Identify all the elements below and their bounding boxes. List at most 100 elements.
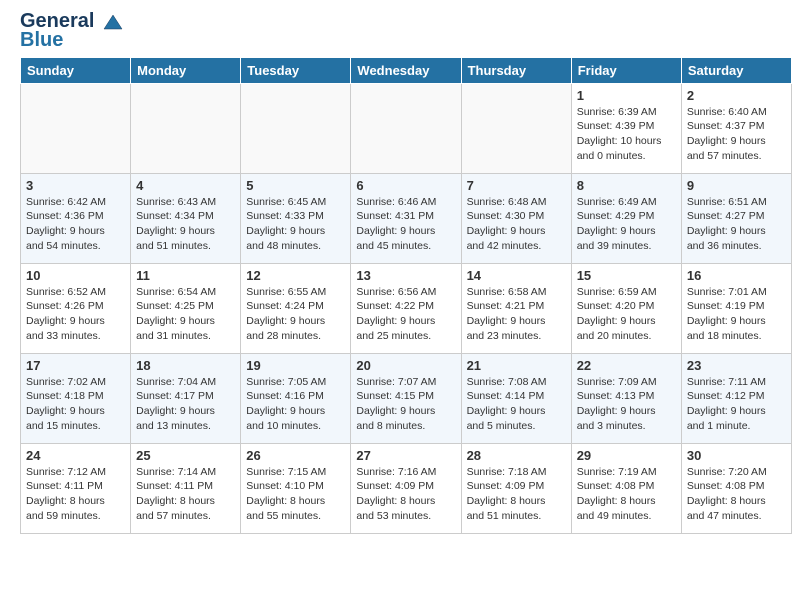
calendar-cell: 22 Sunrise: 7:09 AM Sunset: 4:13 PM Dayli… xyxy=(571,353,681,443)
calendar-cell: 2Sunrise: 6:40 AM Sunset: 4:37 PM Daylig… xyxy=(681,83,791,173)
day-info: Sunrise: 7:02 AM Sunset: 4:18 PM Dayligh… xyxy=(26,375,125,434)
calendar-cell: 21 Sunrise: 7:08 AM Sunset: 4:14 PM Dayli… xyxy=(461,353,571,443)
day-info: Sunrise: 6:46 AM Sunset: 4:31 PM Dayligh… xyxy=(356,195,455,254)
day-number: 3 xyxy=(26,178,125,193)
column-header-thursday: Thursday xyxy=(461,57,571,83)
logo: General Blue xyxy=(20,10,122,52)
day-info: Sunrise: 6:49 AM Sunset: 4:29 PM Dayligh… xyxy=(577,195,676,254)
calendar-cell: 20Sunrise: 7:07 AM Sunset: 4:15 PM Dayli… xyxy=(351,353,461,443)
logo-icon xyxy=(102,11,124,33)
calendar-cell: 12 Sunrise: 6:55 AM Sunset: 4:24 PM Dayli… xyxy=(241,263,351,353)
calendar-cell xyxy=(241,83,351,173)
day-number: 4 xyxy=(136,178,235,193)
calendar-table: SundayMondayTuesdayWednesdayThursdayFrid… xyxy=(20,57,792,534)
day-number: 1 xyxy=(577,88,676,103)
calendar-cell: 11Sunrise: 6:54 AM Sunset: 4:25 PM Dayli… xyxy=(131,263,241,353)
calendar-week-2: 3 Sunrise: 6:42 AM Sunset: 4:36 PM Daylig… xyxy=(21,173,792,263)
column-header-sunday: Sunday xyxy=(21,57,131,83)
calendar-cell: 7 Sunrise: 6:48 AM Sunset: 4:30 PM Daylig… xyxy=(461,173,571,263)
header: General Blue xyxy=(0,0,792,57)
day-number: 21 xyxy=(467,358,566,373)
column-header-friday: Friday xyxy=(571,57,681,83)
day-info: Sunrise: 7:12 AM Sunset: 4:11 PM Dayligh… xyxy=(26,465,125,524)
calendar-week-4: 17 Sunrise: 7:02 AM Sunset: 4:18 PM Dayli… xyxy=(21,353,792,443)
calendar-cell: 19 Sunrise: 7:05 AM Sunset: 4:16 PM Dayli… xyxy=(241,353,351,443)
day-info: Sunrise: 7:16 AM Sunset: 4:09 PM Dayligh… xyxy=(356,465,455,524)
day-number: 28 xyxy=(467,448,566,463)
calendar-cell: 8 Sunrise: 6:49 AM Sunset: 4:29 PM Daylig… xyxy=(571,173,681,263)
column-header-wednesday: Wednesday xyxy=(351,57,461,83)
day-number: 9 xyxy=(687,178,786,193)
day-number: 25 xyxy=(136,448,235,463)
day-info: Sunrise: 7:15 AM Sunset: 4:10 PM Dayligh… xyxy=(246,465,345,524)
calendar-cell: 17 Sunrise: 7:02 AM Sunset: 4:18 PM Dayli… xyxy=(21,353,131,443)
day-number: 18 xyxy=(136,358,235,373)
day-number: 6 xyxy=(356,178,455,193)
calendar-cell: 23 Sunrise: 7:11 AM Sunset: 4:12 PM Dayli… xyxy=(681,353,791,443)
day-info: Sunrise: 7:08 AM Sunset: 4:14 PM Dayligh… xyxy=(467,375,566,434)
day-number: 17 xyxy=(26,358,125,373)
calendar-cell: 26 Sunrise: 7:15 AM Sunset: 4:10 PM Dayli… xyxy=(241,443,351,533)
calendar-cell: 16Sunrise: 7:01 AM Sunset: 4:19 PM Dayli… xyxy=(681,263,791,353)
day-info: Sunrise: 6:52 AM Sunset: 4:26 PM Dayligh… xyxy=(26,285,125,344)
day-info: Sunrise: 6:58 AM Sunset: 4:21 PM Dayligh… xyxy=(467,285,566,344)
day-number: 7 xyxy=(467,178,566,193)
day-info: Sunrise: 6:45 AM Sunset: 4:33 PM Dayligh… xyxy=(246,195,345,254)
day-info: Sunrise: 6:40 AM Sunset: 4:37 PM Dayligh… xyxy=(687,105,786,164)
day-info: Sunrise: 6:55 AM Sunset: 4:24 PM Dayligh… xyxy=(246,285,345,344)
calendar-week-1: 1 Sunrise: 6:39 AM Sunset: 4:39 PM Daylig… xyxy=(21,83,792,173)
day-number: 10 xyxy=(26,268,125,283)
column-header-monday: Monday xyxy=(131,57,241,83)
day-number: 24 xyxy=(26,448,125,463)
day-number: 15 xyxy=(577,268,676,283)
day-info: Sunrise: 7:01 AM Sunset: 4:19 PM Dayligh… xyxy=(687,285,786,344)
day-number: 26 xyxy=(246,448,345,463)
day-number: 14 xyxy=(467,268,566,283)
day-number: 5 xyxy=(246,178,345,193)
day-info: Sunrise: 7:19 AM Sunset: 4:08 PM Dayligh… xyxy=(577,465,676,524)
day-number: 8 xyxy=(577,178,676,193)
calendar-cell: 10 Sunrise: 6:52 AM Sunset: 4:26 PM Dayli… xyxy=(21,263,131,353)
calendar-week-5: 24 Sunrise: 7:12 AM Sunset: 4:11 PM Dayli… xyxy=(21,443,792,533)
day-number: 27 xyxy=(356,448,455,463)
day-info: Sunrise: 6:59 AM Sunset: 4:20 PM Dayligh… xyxy=(577,285,676,344)
day-number: 19 xyxy=(246,358,345,373)
day-info: Sunrise: 7:18 AM Sunset: 4:09 PM Dayligh… xyxy=(467,465,566,524)
calendar-cell: 15 Sunrise: 6:59 AM Sunset: 4:20 PM Dayli… xyxy=(571,263,681,353)
calendar-cell: 30Sunrise: 7:20 AM Sunset: 4:08 PM Dayli… xyxy=(681,443,791,533)
calendar-week-3: 10 Sunrise: 6:52 AM Sunset: 4:26 PM Dayli… xyxy=(21,263,792,353)
calendar-cell: 18 Sunrise: 7:04 AM Sunset: 4:17 PM Dayli… xyxy=(131,353,241,443)
calendar-cell xyxy=(21,83,131,173)
calendar-cell xyxy=(461,83,571,173)
day-number: 11 xyxy=(136,268,235,283)
day-number: 29 xyxy=(577,448,676,463)
calendar-cell: 28 Sunrise: 7:18 AM Sunset: 4:09 PM Dayli… xyxy=(461,443,571,533)
day-number: 23 xyxy=(687,358,786,373)
day-info: Sunrise: 7:04 AM Sunset: 4:17 PM Dayligh… xyxy=(136,375,235,434)
calendar-cell: 24 Sunrise: 7:12 AM Sunset: 4:11 PM Dayli… xyxy=(21,443,131,533)
day-number: 12 xyxy=(246,268,345,283)
day-info: Sunrise: 7:14 AM Sunset: 4:11 PM Dayligh… xyxy=(136,465,235,524)
day-info: Sunrise: 6:48 AM Sunset: 4:30 PM Dayligh… xyxy=(467,195,566,254)
day-info: Sunrise: 6:39 AM Sunset: 4:39 PM Dayligh… xyxy=(577,105,676,164)
day-info: Sunrise: 7:09 AM Sunset: 4:13 PM Dayligh… xyxy=(577,375,676,434)
day-info: Sunrise: 7:11 AM Sunset: 4:12 PM Dayligh… xyxy=(687,375,786,434)
calendar-cell: 6 Sunrise: 6:46 AM Sunset: 4:31 PM Daylig… xyxy=(351,173,461,263)
calendar-cell: 14 Sunrise: 6:58 AM Sunset: 4:21 PM Dayli… xyxy=(461,263,571,353)
column-header-saturday: Saturday xyxy=(681,57,791,83)
calendar-cell: 27 Sunrise: 7:16 AM Sunset: 4:09 PM Dayli… xyxy=(351,443,461,533)
calendar-cell: 13 Sunrise: 6:56 AM Sunset: 4:22 PM Dayli… xyxy=(351,263,461,353)
day-info: Sunrise: 6:43 AM Sunset: 4:34 PM Dayligh… xyxy=(136,195,235,254)
day-info: Sunrise: 7:05 AM Sunset: 4:16 PM Dayligh… xyxy=(246,375,345,434)
day-info: Sunrise: 7:07 AM Sunset: 4:15 PM Dayligh… xyxy=(356,375,455,434)
calendar-cell xyxy=(131,83,241,173)
day-number: 22 xyxy=(577,358,676,373)
day-info: Sunrise: 6:42 AM Sunset: 4:36 PM Dayligh… xyxy=(26,195,125,254)
calendar-cell: 25 Sunrise: 7:14 AM Sunset: 4:11 PM Dayli… xyxy=(131,443,241,533)
logo-text-block: General Blue xyxy=(20,10,122,52)
day-info: Sunrise: 6:56 AM Sunset: 4:22 PM Dayligh… xyxy=(356,285,455,344)
day-number: 13 xyxy=(356,268,455,283)
calendar-cell: 1 Sunrise: 6:39 AM Sunset: 4:39 PM Daylig… xyxy=(571,83,681,173)
calendar-cell: 5 Sunrise: 6:45 AM Sunset: 4:33 PM Daylig… xyxy=(241,173,351,263)
day-info: Sunrise: 7:20 AM Sunset: 4:08 PM Dayligh… xyxy=(687,465,786,524)
